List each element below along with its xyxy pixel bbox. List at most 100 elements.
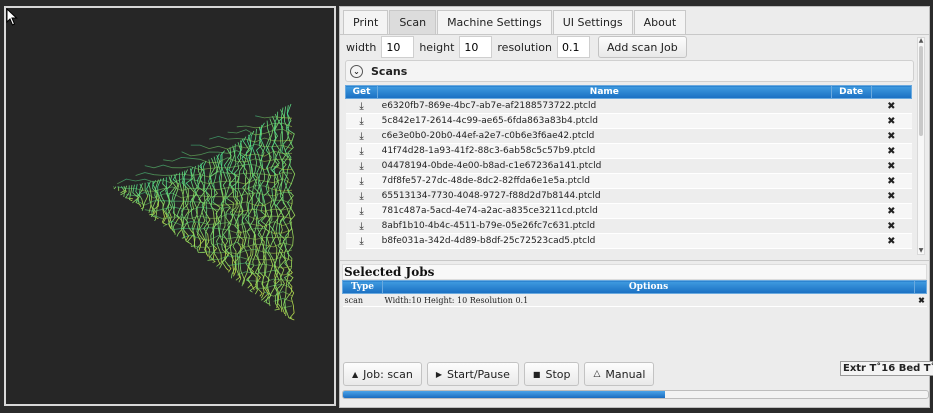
stop-button[interactable]: ■ Stop	[523, 362, 580, 386]
person-icon: △	[593, 369, 601, 379]
scan-toolbar: width height resolution Add scan Job	[346, 36, 687, 58]
progress-fill	[343, 391, 665, 398]
temperature-readout: Extr T˚16 Bed T˚18	[840, 361, 933, 376]
width-label: width	[346, 40, 377, 54]
scroll-down-icon[interactable]: ▼	[918, 247, 924, 254]
delete-icon[interactable]: ✖	[871, 188, 912, 204]
download-icon[interactable]: ⤓	[345, 143, 378, 159]
job-type: scan	[342, 293, 383, 307]
selected-jobs-title: Selected Jobs	[342, 264, 927, 280]
scans-title: Scans	[371, 64, 408, 78]
table-row: scan Width:10 Height: 10 Resolution 0.1 ✖	[342, 293, 927, 307]
tab-about[interactable]: About	[633, 10, 687, 34]
scans-scrollbar[interactable]: ▲ ▼	[917, 37, 925, 255]
tab-bar: Print Scan Machine Settings UI Settings Abou…	[343, 10, 687, 35]
delete-icon[interactable]: ✖	[871, 233, 912, 249]
scan-date	[831, 188, 872, 204]
table-row: ⤓ 781c487a-5acd-4e74-a2ac-a835ce3211cd.pt…	[345, 203, 912, 219]
scan-filename[interactable]: 04478194-0bde-4e00-b8ad-c1e67236a141.ptc…	[377, 158, 832, 174]
delete-icon[interactable]: ✖	[914, 293, 927, 307]
resolution-label: resolution	[497, 40, 552, 54]
col-options[interactable]: Options	[382, 280, 915, 294]
col-name[interactable]: Name	[377, 85, 832, 99]
stop-label: Stop	[545, 367, 571, 381]
table-row: ⤓ e6320fb7-869e-4bc7-ab7e-af2188573722.pt…	[345, 98, 912, 114]
delete-icon[interactable]: ✖	[871, 218, 912, 234]
scan-filename[interactable]: 5c842e17-2614-4c99-ae65-6fda863a83b4.ptc…	[377, 113, 832, 129]
scan-filename[interactable]: e6320fb7-869e-4bc7-ab7e-af2188573722.ptc…	[377, 98, 832, 114]
tab-scan[interactable]: Scan	[389, 10, 437, 35]
download-icon[interactable]: ⤓	[345, 158, 378, 174]
scan-date	[831, 173, 872, 189]
table-row: ⤓ b8fe031a-342d-4d89-b8df-25c72523cad5.pt…	[345, 233, 912, 249]
table-row: ⤓ 65513134-7730-4048-9727-f88d2d7b8144.pt…	[345, 188, 912, 204]
col-actions	[870, 85, 913, 99]
height-input[interactable]	[459, 36, 493, 58]
scan-date	[831, 233, 872, 249]
download-icon[interactable]: ⤓	[345, 98, 378, 114]
scan-date	[831, 98, 872, 114]
selected-jobs-section: Selected Jobs Type Options scan Width:10 …	[342, 264, 927, 307]
job-options: Width:10 Height: 10 Resolution 0.1	[382, 293, 915, 307]
play-icon: ▶	[435, 369, 442, 379]
caret-up-icon: ▲	[352, 369, 359, 379]
job-controls: ▲ Job: scan ▶ Start/Pause ■ Stop △ Manua…	[343, 362, 655, 386]
scans-accordion-header[interactable]: ⌄ Scans	[345, 60, 914, 82]
download-icon[interactable]: ⤓	[345, 203, 378, 219]
download-icon[interactable]: ⤓	[345, 218, 378, 234]
download-icon[interactable]: ⤓	[345, 233, 378, 249]
scan-3d-viewport[interactable]	[4, 6, 336, 406]
scan-filename[interactable]: b8fe031a-342d-4d89-b8df-25c72523cad5.ptc…	[377, 233, 832, 249]
delete-icon[interactable]: ✖	[871, 203, 912, 219]
stop-icon: ■	[532, 369, 541, 379]
scan-date	[831, 218, 872, 234]
selected-jobs-table: Type Options scan Width:10 Height: 10 Res…	[342, 280, 927, 307]
scan-filename[interactable]: 8abf1b10-4b4c-4511-b79e-05e26fc7c631.ptc…	[377, 218, 832, 234]
scan-date	[831, 128, 872, 144]
start-pause-label: Start/Pause	[446, 367, 510, 381]
scan-filename[interactable]: 65513134-7730-4048-9727-f88d2d7b8144.ptc…	[377, 188, 832, 204]
scan-filename[interactable]: 41f74d28-1a93-41f2-88c3-6ab58c5c57b9.ptc…	[377, 143, 832, 159]
width-input[interactable]	[381, 36, 415, 58]
control-panel: Print Scan Machine Settings UI Settings Abou…	[339, 6, 933, 408]
tab-print[interactable]: Print	[343, 10, 389, 34]
scan-filename[interactable]: c6e3e0b0-20b0-44ef-a2e7-c0b6e3f6ae42.ptc…	[377, 128, 832, 144]
job-select-button[interactable]: ▲ Job: scan	[343, 362, 422, 386]
table-row: ⤓ c6e3e0b0-20b0-44ef-a2e7-c0b6e3f6ae42.pt…	[345, 128, 912, 144]
tab-machine-settings[interactable]: Machine Settings	[437, 10, 552, 34]
col-date[interactable]: Date	[830, 85, 872, 99]
delete-icon[interactable]: ✖	[871, 143, 912, 159]
scroll-up-icon[interactable]: ▲	[918, 37, 924, 44]
scrollbar-thumb[interactable]	[919, 46, 923, 136]
point-cloud-render	[113, 103, 296, 321]
delete-icon[interactable]: ✖	[871, 173, 912, 189]
col-type[interactable]: Type	[342, 280, 383, 294]
scans-section: ⌄ Scans Get Name Date ⤓ e6320fb7-869e-4bc…	[344, 60, 914, 256]
delete-icon[interactable]: ✖	[871, 158, 912, 174]
table-row: ⤓ 5c842e17-2614-4c99-ae65-6fda863a83b4.pt…	[345, 113, 912, 129]
job-progress-bar	[342, 390, 929, 399]
table-row: ⤓ 04478194-0bde-4e00-b8ad-c1e67236a141.pt…	[345, 158, 912, 174]
delete-icon[interactable]: ✖	[871, 98, 912, 114]
table-row: ⤓ 7df8fe57-27dc-48de-8dc2-82ffda6e1e5a.pt…	[345, 173, 912, 189]
download-icon[interactable]: ⤓	[345, 188, 378, 204]
col-job-actions	[914, 280, 927, 294]
tab-ui-settings[interactable]: UI Settings	[552, 10, 633, 34]
col-get[interactable]: Get	[344, 85, 379, 99]
download-icon[interactable]: ⤓	[345, 113, 378, 129]
start-pause-button[interactable]: ▶ Start/Pause	[426, 362, 519, 386]
scan-date	[831, 158, 872, 174]
chevron-down-icon: ⌄	[350, 64, 363, 78]
scan-filename[interactable]: 781c487a-5acd-4e74-a2ac-a835ce3211cd.ptc…	[377, 203, 832, 219]
download-icon[interactable]: ⤓	[345, 128, 378, 144]
delete-icon[interactable]: ✖	[871, 113, 912, 129]
download-icon[interactable]: ⤓	[345, 173, 378, 189]
job-select-label: Job: scan	[363, 367, 413, 381]
manual-button[interactable]: △ Manual	[584, 362, 655, 386]
resolution-input[interactable]	[557, 36, 590, 58]
add-scan-job-button[interactable]: Add scan Job	[598, 36, 687, 58]
table-row: ⤓ 8abf1b10-4b4c-4511-b79e-05e26fc7c631.pt…	[345, 218, 912, 234]
delete-icon[interactable]: ✖	[871, 128, 912, 144]
scan-date	[831, 203, 872, 219]
scan-filename[interactable]: 7df8fe57-27dc-48de-8dc2-82ffda6e1e5a.ptc…	[377, 173, 832, 189]
